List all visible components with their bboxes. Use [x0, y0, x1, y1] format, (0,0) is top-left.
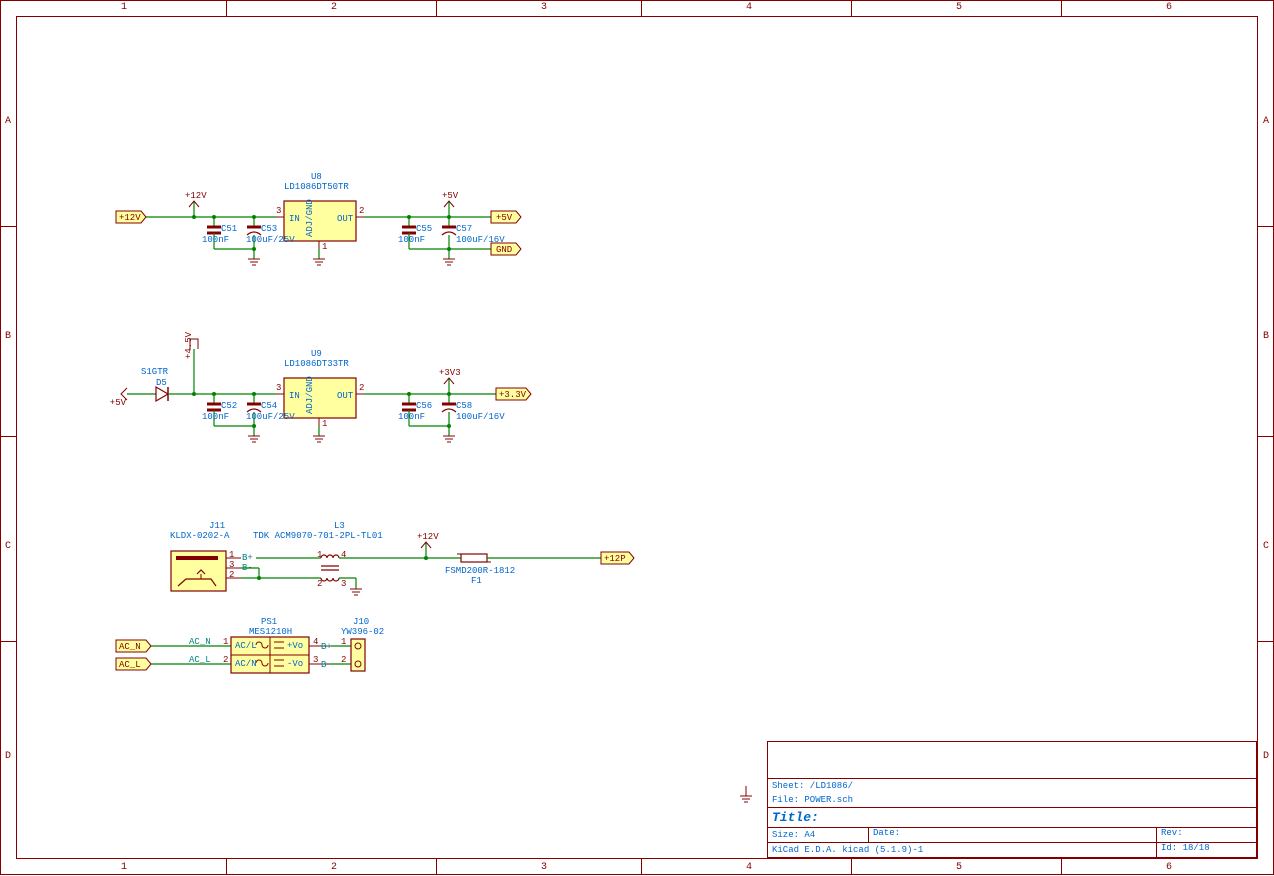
- c54-ref: C54: [261, 401, 277, 411]
- net-acn: AC_N: [189, 637, 211, 647]
- u8-n3: 3: [276, 206, 281, 216]
- l3-p2: 2: [317, 579, 322, 589]
- c53: [247, 227, 261, 235]
- ps1-acn: AC/N: [235, 659, 257, 669]
- u8-val: LD1086DT50TR: [284, 182, 349, 192]
- j10-val: YW396-02: [341, 627, 384, 637]
- pwr-4-5v: +4.5V: [184, 331, 194, 359]
- pwrflag-gnd: GND: [496, 245, 512, 255]
- c53-val: 100uF/25V: [246, 235, 295, 245]
- tb-title: Title:: [772, 810, 819, 825]
- f1-ref: F1: [471, 576, 482, 586]
- j11-val: KLDX-0202-A: [170, 531, 230, 541]
- j11-ref: J11: [209, 521, 225, 531]
- tb-file: File: POWER.sch: [772, 795, 853, 805]
- l3-val: TDK ACM9070-701-2PL-TL01: [253, 531, 383, 541]
- pwr-5v-in: +5V: [110, 398, 127, 408]
- u8-n1: 1: [322, 242, 327, 252]
- u8-n2: 2: [359, 206, 364, 216]
- j11-bplus: B+: [242, 553, 253, 563]
- f1-val: FSMD200R-1812: [445, 566, 515, 576]
- c58-val: 100uF/16V: [456, 412, 505, 422]
- l3-body: [321, 555, 339, 581]
- u9-n2: 2: [359, 383, 364, 393]
- pwr-5v: +5V: [442, 191, 459, 201]
- c57-ref: C57: [456, 224, 472, 234]
- ps1-acl: AC/L: [235, 641, 257, 651]
- c56-ref: C56: [416, 401, 432, 411]
- c52-val: 100nF: [202, 412, 229, 422]
- ps1-p4: 4: [313, 637, 318, 647]
- d5-ref: D5: [156, 378, 167, 388]
- j10-p1: 1: [341, 637, 346, 647]
- pwrflag-acl: AC_L: [119, 660, 141, 670]
- c51: [207, 227, 221, 233]
- tb-date: Date:: [873, 828, 900, 838]
- ps1-vp: +Vo: [287, 641, 303, 651]
- j11-p1: 1: [229, 550, 234, 560]
- u9-val: LD1086DT33TR: [284, 359, 349, 369]
- c58-ref: C58: [456, 401, 472, 411]
- net-acl: AC_L: [189, 655, 211, 665]
- u9-out: OUT: [337, 391, 354, 401]
- c51-val: 100nF: [202, 235, 229, 245]
- l3-p3: 3: [341, 579, 346, 589]
- c55-ref: C55: [416, 224, 432, 234]
- pwrflag-12v-in-txt: +12V: [119, 213, 141, 223]
- j10-body: [351, 639, 365, 671]
- j11-p3: 3: [229, 560, 234, 570]
- c51-ref: C51: [221, 224, 237, 234]
- u9-n3: 3: [276, 383, 281, 393]
- u9-in: IN: [289, 391, 300, 401]
- c54-val: 100uF/25V: [246, 412, 295, 422]
- u9-n1: 1: [322, 419, 327, 429]
- section-3v3-reg: U9 LD1086DT33TR IN OUT ADJ/GND 3 2 1 +5V…: [110, 331, 531, 442]
- ps1-val: MES1210H: [249, 627, 292, 637]
- u8-out: OUT: [337, 214, 354, 224]
- j10-ref: J10: [353, 617, 369, 627]
- pwr-3v3: +3V3: [439, 368, 461, 378]
- pwrflag-5v-out: +5V: [496, 213, 513, 223]
- tb-id: Id: 18/18: [1161, 843, 1210, 853]
- section-ps1: AC_N AC_L AC_N AC_L 1 2 PS1 MES1210H AC/…: [116, 617, 384, 673]
- c52-ref: C52: [221, 401, 237, 411]
- ps1-ref: PS1: [261, 617, 277, 627]
- tb-sheet: Sheet: /LD1086/: [772, 781, 853, 791]
- ps1-p2: 2: [223, 655, 228, 665]
- u8-adj: ADJ/GND: [305, 199, 315, 237]
- ps1-bminus: B-: [321, 660, 332, 670]
- ps1-p1: 1: [223, 637, 228, 647]
- ps1-vm: -Vo: [287, 659, 303, 669]
- pwrflag-12p: +12P: [604, 554, 626, 564]
- titleblock: Sheet: /LD1086/ File: POWER.sch Title: S…: [767, 741, 1257, 858]
- tb-prog: KiCad E.D.A. kicad (5.1.9)-1: [772, 845, 923, 855]
- j10-p2: 2: [341, 655, 346, 665]
- c53-ref: C53: [261, 224, 277, 234]
- tb-rev: Rev:: [1161, 828, 1183, 838]
- pwrflag-acn: AC_N: [119, 642, 141, 652]
- u9-ref: U9: [311, 349, 322, 359]
- u8-in: IN: [289, 214, 300, 224]
- pwrflag-12v-in: +12V: [116, 211, 146, 223]
- pwrflag-3v3: +3.3V: [499, 390, 527, 400]
- j11-p2: 2: [229, 570, 234, 580]
- u9-adj: ADJ/GND: [305, 376, 315, 414]
- pwr-12v: +12V: [185, 191, 207, 201]
- section-input: J11 KLDX-0202-A 1 3 2 B+ B- L3 TDK ACM90…: [170, 521, 634, 595]
- section-5v-reg: U8 LD1086DT50TR IN OUT ADJ/GND 3 2 1 +12…: [116, 172, 521, 265]
- l3-ref: L3: [334, 521, 345, 531]
- pwr-12v-b: +12V: [417, 532, 439, 542]
- ps1-p3: 3: [313, 655, 318, 665]
- ps1-bplus: B+: [321, 642, 332, 652]
- tb-size: Size: A4: [772, 830, 815, 840]
- d5-val: S1GTR: [141, 367, 169, 377]
- l3-p1: 1: [317, 550, 322, 560]
- schematic-sheet: 1 2 3 4 5 6 1 2 3 4 5 6 A B C D A B C D …: [0, 0, 1274, 875]
- c56-val: 100nF: [398, 412, 425, 422]
- c55-val: 100nF: [398, 235, 425, 245]
- u8-ref: U8: [311, 172, 322, 182]
